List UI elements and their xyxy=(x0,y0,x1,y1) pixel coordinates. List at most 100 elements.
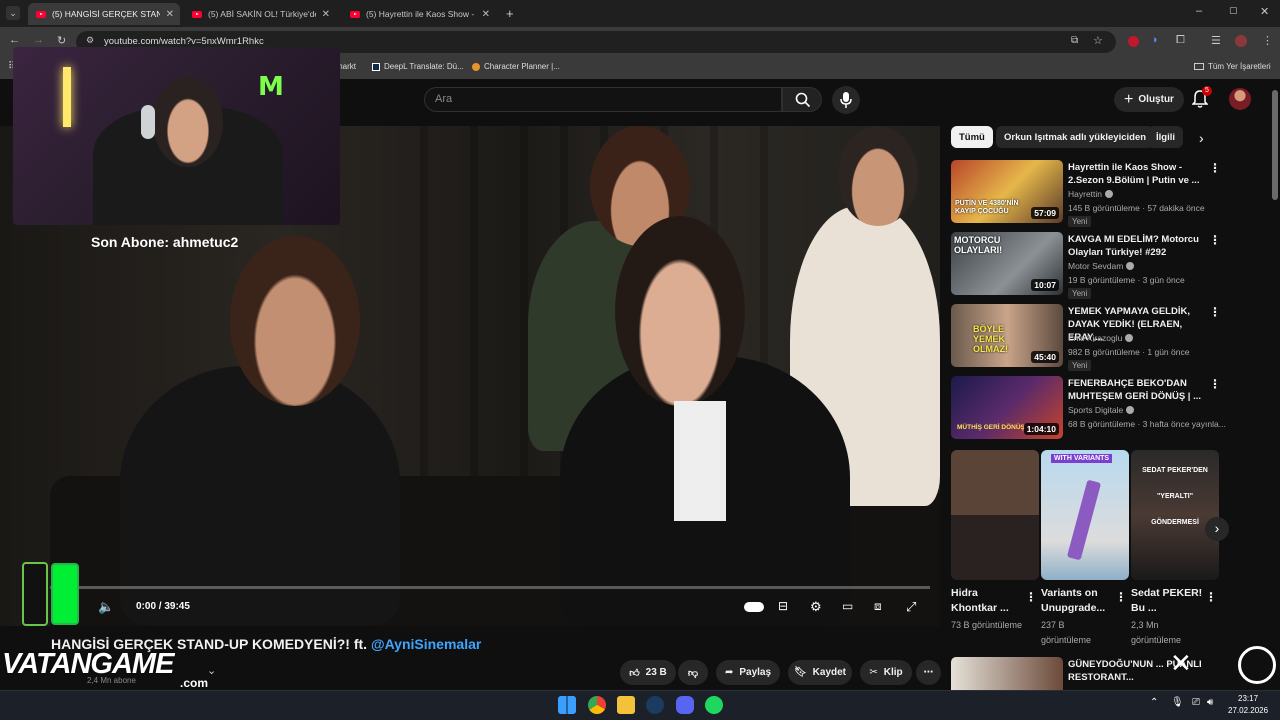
chip-from-uploader[interactable]: Orkun Işıtmak adlı yükleyiciden xyxy=(996,126,1155,148)
extension-audio-icon[interactable]: ◗ xyxy=(1152,34,1159,46)
short-item[interactable]: WITH VARIANTS Variants on Unupgrade... 2… xyxy=(1041,450,1129,648)
more-vert-icon[interactable]: ⋮ xyxy=(1205,590,1217,604)
cast-icon[interactable]: ⧈ xyxy=(874,599,882,614)
short-thumbnail[interactable] xyxy=(951,450,1039,580)
last-subscriber-label: Son Abone: ahmetuc2 xyxy=(91,234,239,250)
title-text: HANGİSİ GERÇEK STAND-UP KOMEDYENİ?! ft. xyxy=(51,636,368,652)
recommendation-item[interactable]: PUTİN VE 4380'NİN KAYIP ÇOCUĞU 57:09 Hay… xyxy=(951,160,1251,227)
shorts-next-button[interactable]: › xyxy=(1205,517,1229,541)
browser-menu-icon[interactable]: ⋮ xyxy=(1262,34,1273,47)
theater-mode-icon[interactable]: ▭ xyxy=(842,599,853,613)
chip-all[interactable]: Tümü xyxy=(951,126,993,148)
tab-search-icon[interactable]: ⌄ xyxy=(6,6,20,20)
video-thumbnail[interactable]: BÖYLE YEMEK OLMAZ! 45:40 xyxy=(951,304,1063,367)
fullscreen-icon[interactable]: ⤢ xyxy=(906,599,916,615)
forward-icon[interactable]: → xyxy=(33,34,44,46)
settings-gear-icon[interactable]: ⚙ xyxy=(810,599,822,615)
dislike-button[interactable]: 👎︎ xyxy=(678,660,708,685)
bookmark-character-planner[interactable]: Character Planner |... xyxy=(472,62,560,71)
volume-icon[interactable]: 🔈 xyxy=(98,599,114,615)
video-thumbnail[interactable] xyxy=(951,657,1063,690)
reload-icon[interactable]: ↻ xyxy=(57,34,66,47)
tab-3[interactable]: (5) Hayrettin ile Kaos Show - 2. ✕ xyxy=(342,3,496,25)
channel-text: Sports Digitale xyxy=(1068,405,1124,415)
page-scrollbar[interactable] xyxy=(1272,90,1278,200)
minimize-icon[interactable]: – xyxy=(1196,5,1202,17)
subtitles-icon[interactable]: ⊟ xyxy=(778,599,788,613)
extension-red-icon[interactable] xyxy=(1128,36,1139,47)
tab-1[interactable]: (5) HANGİSİ GERÇEK STAND-UP ✕ xyxy=(28,3,180,25)
mention-link[interactable]: @AyniSinemalar xyxy=(371,636,481,652)
system-clock[interactable]: 23:17 27.02.2026 xyxy=(1228,693,1268,717)
like-button[interactable]: 👍︎ 23 B xyxy=(620,660,676,685)
new-tab-icon[interactable]: + xyxy=(506,6,514,21)
new-badge: Yeni xyxy=(1068,288,1092,299)
thumbnail-text: MOTORCU OLAYLARI! xyxy=(954,235,1003,255)
thumbnail-text: SEDAT PEKER'DEN "YERALTI" GÖNDERMESİ xyxy=(1142,467,1208,526)
more-vert-icon[interactable]: ⋮ xyxy=(1209,161,1221,175)
maximize-icon[interactable]: ▢ xyxy=(1229,5,1238,16)
more-vert-icon[interactable]: ⋮ xyxy=(1209,377,1221,391)
close-tab-icon[interactable]: ✕ xyxy=(322,9,330,20)
file-explorer-icon[interactable] xyxy=(617,696,635,714)
chevron-down-icon[interactable]: ⌄ xyxy=(207,664,216,677)
short-item[interactable]: Hidra Khontkar ... 73 B görüntüleme ⋮ xyxy=(951,450,1039,633)
bookmark-icon: 🔖︎ xyxy=(793,667,807,678)
short-thumbnail[interactable]: SEDAT PEKER'DEN "YERALTI" GÖNDERMESİ xyxy=(1131,450,1219,580)
search-input[interactable]: Ara xyxy=(424,87,782,112)
windows-start-icon[interactable] xyxy=(558,696,576,714)
monster-logo-icon: M xyxy=(258,72,284,102)
notifications-button[interactable]: 5 xyxy=(1191,86,1212,110)
back-icon[interactable]: ← xyxy=(9,34,20,46)
video-progress-bar[interactable] xyxy=(50,586,930,589)
microphone-icon xyxy=(840,92,852,108)
short-thumbnail[interactable]: WITH VARIANTS xyxy=(1041,450,1129,580)
voice-search-button[interactable] xyxy=(832,86,860,114)
more-vert-icon[interactable]: ⋮ xyxy=(1115,590,1127,604)
tray-chevron-icon[interactable]: ⌃ xyxy=(1150,697,1158,708)
tab-2[interactable]: (5) ABİ SAKİN OL! Türkiye'deki ✕ xyxy=(184,3,336,25)
recommendation-item[interactable]: GÜNEYDOĞU'NUN ... PUANLI RESTORANT... xyxy=(951,657,1251,690)
more-vert-icon[interactable]: ⋮ xyxy=(1209,233,1221,247)
more-actions-button[interactable]: ⋯ xyxy=(916,660,941,685)
create-label: Oluştur xyxy=(1138,94,1174,105)
network-icon[interactable]: ⎚ xyxy=(1192,697,1200,708)
install-icon[interactable]: ⧉ xyxy=(1071,35,1078,46)
steam-icon[interactable] xyxy=(646,696,664,714)
profile-avatar-icon[interactable] xyxy=(1235,35,1247,47)
close-window-icon[interactable]: ✕ xyxy=(1260,5,1269,18)
video-thumbnail[interactable]: MOTORCU OLAYLARI! 10:07 xyxy=(951,232,1063,295)
chrome-icon[interactable] xyxy=(588,696,606,714)
recommendation-item[interactable]: MÜTHİŞ GERİ DÖNÜŞ 1:04:10 FENERBAHÇE BEK… xyxy=(951,376,1251,442)
close-tab-icon[interactable]: ✕ xyxy=(166,9,174,20)
create-button[interactable]: + Oluştur xyxy=(1114,87,1184,112)
speaker-icon[interactable]: 🔊︎ xyxy=(1207,697,1213,708)
search-button[interactable] xyxy=(782,87,822,112)
share-button[interactable]: ➦ Paylaş xyxy=(716,660,780,685)
clip-button[interactable]: ✂ Klip xyxy=(860,660,912,685)
extensions-puzzle-icon[interactable]: ⧠ xyxy=(1176,34,1185,47)
close-tab-icon[interactable]: ✕ xyxy=(482,9,490,20)
streamer-webcam: M xyxy=(13,47,340,225)
autoplay-toggle[interactable] xyxy=(744,602,764,612)
save-button[interactable]: 🔖︎ Kaydet xyxy=(788,660,852,685)
more-vert-icon[interactable]: ⋮ xyxy=(1209,305,1221,319)
short-item[interactable]: SEDAT PEKER'DEN "YERALTI" GÖNDERMESİ Sed… xyxy=(1131,450,1219,648)
video-thumbnail[interactable]: PUTİN VE 4380'NİN KAYIP ÇOCUĞU 57:09 xyxy=(951,160,1063,223)
reading-list-icon[interactable]: ☰ xyxy=(1211,34,1221,47)
bookmark-deepl[interactable]: DeepL Translate: Dü... xyxy=(372,62,464,71)
more-vert-icon[interactable]: ⋮ xyxy=(1025,590,1037,604)
spotify-icon[interactable] xyxy=(705,696,723,714)
bookmark-star-icon[interactable]: ☆ xyxy=(1093,34,1103,47)
all-bookmarks[interactable]: Tüm Yer İşaretleri xyxy=(1194,62,1271,71)
chip-related[interactable]: İlgili xyxy=(1148,126,1183,148)
discord-icon[interactable] xyxy=(676,696,694,714)
chevron-right-icon[interactable]: › xyxy=(1199,130,1204,146)
recommendation-item[interactable]: MOTORCU OLAYLARI! 10:07 KAVGA MI EDELİM?… xyxy=(951,232,1251,299)
video-thumbnail[interactable]: MÜTHİŞ GERİ DÖNÜŞ 1:04:10 xyxy=(951,376,1063,439)
account-avatar[interactable] xyxy=(1229,88,1251,110)
microphone-tray-icon[interactable]: 🎙︎ xyxy=(1171,697,1184,708)
recommendation-item[interactable]: BÖYLE YEMEK OLMAZ! 45:40 YEMEK YAPMAYA G… xyxy=(951,304,1251,371)
site-info-icon[interactable]: ⚙ xyxy=(86,35,94,46)
duration-badge: 57:09 xyxy=(1031,207,1059,219)
